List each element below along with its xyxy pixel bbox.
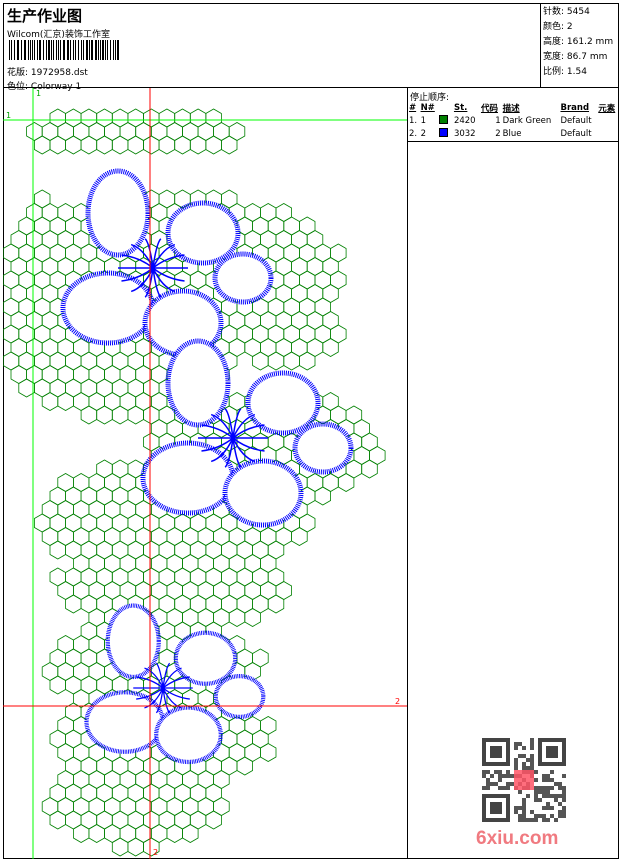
hex-cell	[174, 135, 191, 155]
hex-cell	[65, 135, 82, 155]
hex-cell	[205, 135, 222, 155]
file-label: 花版:	[7, 68, 29, 78]
hex-cell	[182, 824, 199, 843]
hex-cell	[80, 135, 98, 155]
hex-cell	[49, 810, 66, 830]
hex-cell	[291, 527, 308, 546]
hex-cell	[143, 135, 160, 155]
hex-cell	[33, 135, 51, 155]
hex-cell	[205, 810, 222, 830]
marker-red-bottom: 2	[153, 848, 158, 857]
info-width: 宽度: 86.7 mm	[543, 52, 608, 62]
info-height: 高度: 161.2 mm	[543, 37, 614, 47]
hex-cell	[111, 837, 129, 857]
hex-cell	[267, 594, 285, 614]
color-swatch	[439, 128, 449, 137]
file-name: 1972958.dst	[30, 68, 88, 78]
info-colors: 颜色: 2	[543, 22, 573, 32]
hex-cell	[88, 824, 105, 843]
color-swatch	[439, 115, 449, 124]
watermark-logo: 6xiu.com	[476, 828, 559, 849]
hex-cell	[57, 392, 74, 411]
marker-red-right: 2	[395, 697, 400, 706]
hex-cell	[111, 135, 129, 155]
flower-motif	[140, 338, 354, 528]
hex-cell	[158, 135, 176, 155]
table-row: 2. 2 3032 2 Blue Default	[409, 128, 592, 139]
hex-cell	[189, 135, 207, 155]
file-line: 花版: 1972958.dst	[7, 65, 88, 78]
hex-cell	[252, 351, 269, 371]
hex-cell	[80, 405, 98, 425]
hex-cell	[127, 135, 144, 155]
hex-cell	[96, 405, 113, 425]
hex-cell	[166, 824, 183, 843]
hex-cell	[18, 378, 35, 398]
header: 生产作业图 Wilcom(汇京)装饰工作室 花版: 1972958.dst 色位…	[3, 3, 540, 92]
hex-cell	[298, 351, 316, 371]
hex-cell	[259, 743, 277, 762]
marker-green-left: 1	[6, 111, 11, 120]
hex-cell	[127, 837, 144, 857]
marker-green-top: 1	[36, 89, 41, 98]
design-info: 针数: 5454 颜色: 2 高度: 161.2 mm 宽度: 86.7 mm …	[540, 3, 619, 88]
hex-cell	[283, 351, 300, 371]
hex-cell	[322, 338, 339, 357]
info-scale: 比例: 1.54	[543, 67, 587, 77]
hex-cell	[49, 135, 66, 155]
hex-cell	[244, 608, 261, 627]
hex-cell	[73, 824, 90, 843]
qr-code	[482, 738, 566, 822]
barcode	[9, 40, 121, 60]
hex-cell	[49, 675, 66, 695]
hex-cell	[337, 473, 355, 492]
hex-cell	[314, 486, 332, 506]
table-row: 1. 1 2420 1 Dark Green Default	[409, 115, 592, 126]
info-stitches: 针数: 5454	[543, 7, 590, 17]
hex-cell	[267, 351, 285, 371]
hex-cell	[228, 608, 246, 627]
hex-cell	[361, 459, 378, 479]
page-title: 生产作业图	[7, 7, 83, 25]
hex-cell	[41, 392, 59, 411]
hex-cell	[96, 135, 113, 155]
table-header: # N# St. 代码 描述 Brand 元素	[409, 102, 616, 114]
hex-cell	[127, 405, 144, 425]
color-table: # N# St. 代码 描述 Brand 元素 1. 1 2420 1 Dark Green…	[408, 101, 619, 140]
company-name: Wilcom(汇京)装饰工作室	[7, 30, 110, 40]
design-preview: 1 1 2 2	[3, 88, 408, 859]
hex-cell	[49, 540, 66, 560]
divider	[408, 141, 619, 142]
hex-cell	[220, 135, 238, 155]
hex-cell	[236, 756, 254, 776]
embroidery-canvas: 1 1 2 2	[3, 88, 407, 859]
hex-cell	[111, 405, 129, 425]
hex-cell	[65, 594, 82, 614]
